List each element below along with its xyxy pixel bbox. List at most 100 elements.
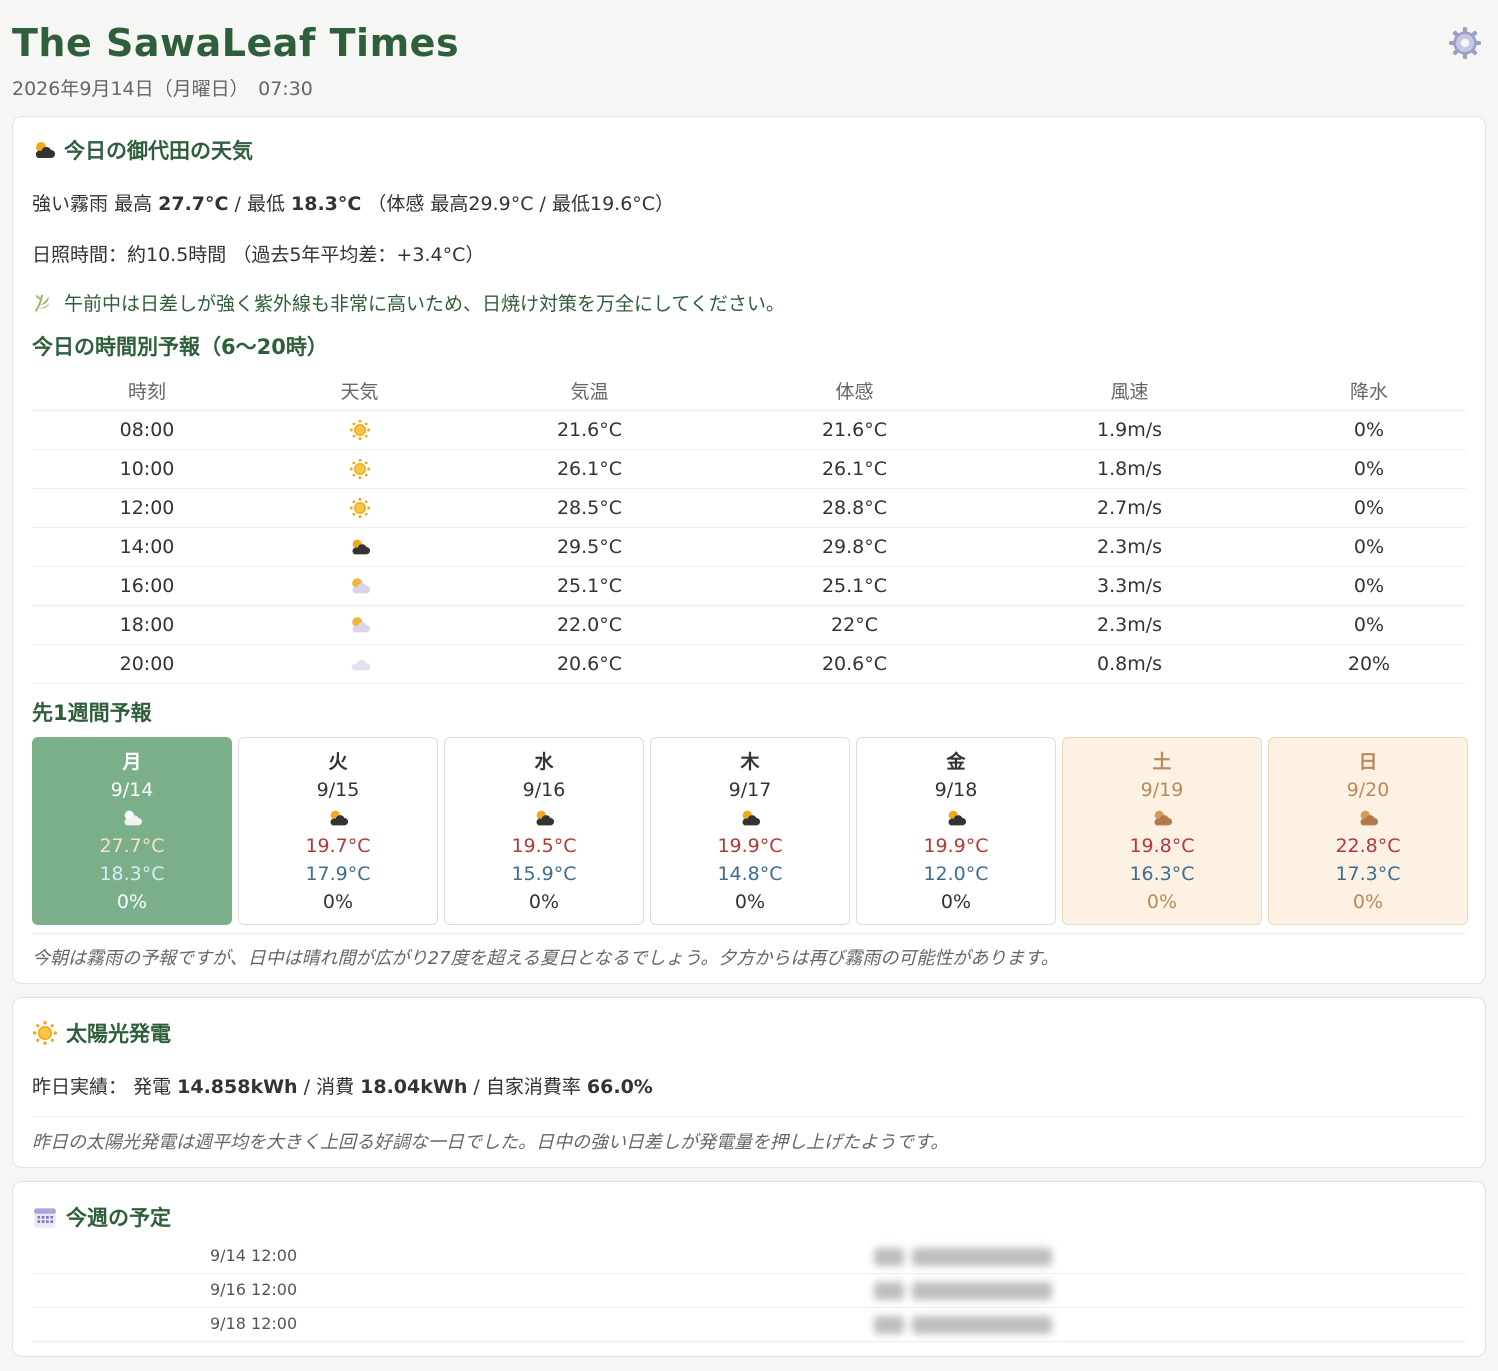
weather-comment: 今朝は霧雨の予報ですが、日中は晴れ間が広がり27度を超える夏日となるでしょう。夕…: [32, 948, 1059, 969]
solar-separator: /: [303, 1076, 311, 1098]
day-rain: 0%: [1146, 891, 1178, 913]
site-date: 2026年9月14日（月曜日） 07:30: [12, 78, 313, 100]
weekly-forecast: 月 9/14 27.7°C 18.3°C 0% 火 9/15 19.7°C 17…: [32, 737, 1468, 925]
max-label: 最高: [114, 193, 153, 215]
day-date: 9/18: [934, 779, 978, 801]
solar-card: 太陽光発電 昨日実績： 発電 14.858kWh / 消費 18.04kWh /…: [12, 997, 1486, 1168]
day-card-wed[interactable]: 水 9/16 19.5°C 15.9°C 0%: [444, 737, 644, 925]
gear-icon[interactable]: [1448, 26, 1482, 60]
hour-weather: [262, 527, 457, 567]
sun-behind-cloud-icon: [327, 807, 349, 829]
event-title-redacted: [874, 1316, 1064, 1336]
rate-label: 自家消費率: [485, 1076, 581, 1098]
hour-weather: [262, 488, 457, 528]
hour-feels: 29.8°C: [722, 527, 987, 567]
hour-weather: [262, 410, 457, 450]
day-high: 27.7°C: [99, 835, 165, 857]
day-date: 9/20: [1346, 779, 1390, 801]
day-high: 19.5°C: [511, 835, 577, 857]
schedule-title: 今週の予定: [32, 1202, 171, 1232]
day-of-week: 土: [1152, 751, 1172, 773]
hour-temp: 22.0°C: [457, 605, 722, 645]
header-time: 時刻: [32, 371, 262, 411]
solar-summary: 昨日実績： 発電 14.858kWh / 消費 18.04kWh / 自家消費率…: [32, 1072, 653, 1099]
day-card-tue[interactable]: 火 9/15 19.7°C 17.9°C 0%: [238, 737, 438, 925]
schedule-card: 今週の予定 9/14 12:00 9/16 12:00 9/18 12:00: [12, 1181, 1486, 1357]
solar-title-text: 太陽光発電: [66, 1022, 171, 1046]
hour-time: 16:00: [32, 566, 262, 606]
sun-icon: [349, 419, 371, 441]
hour-wind: 3.3m/s: [987, 566, 1272, 606]
sun-icon: [349, 458, 371, 480]
solar-title: 太陽光発電: [32, 1018, 171, 1048]
day-high: 22.8°C: [1335, 835, 1401, 857]
hour-weather: [262, 644, 457, 684]
sun-behind-cloud-icon: [945, 807, 967, 829]
hour-feels: 25.1°C: [722, 566, 987, 606]
hour-wind: 0.8m/s: [987, 644, 1272, 684]
day-card-sun[interactable]: 日 9/20 22.8°C 17.3°C 0%: [1268, 737, 1468, 925]
day-of-week: 日: [1358, 751, 1378, 773]
sun-behind-cloud-icon: [1151, 807, 1173, 829]
hour-rain: 0%: [1272, 605, 1466, 645]
hour-temp: 28.5°C: [457, 488, 722, 528]
hour-weather: [262, 449, 457, 489]
gen-label: 発電: [133, 1076, 172, 1098]
hour-temp: 29.5°C: [457, 527, 722, 567]
day-of-week: 木: [740, 751, 760, 773]
day-low: 18.3°C: [99, 863, 165, 885]
day-card-thu[interactable]: 木 9/17 19.9°C 14.8°C 0%: [650, 737, 850, 925]
solar-label: 昨日実績：: [32, 1076, 128, 1098]
solar-divider: [32, 1116, 1466, 1117]
day-of-week: 金: [946, 751, 966, 773]
list-item[interactable]: 9/14 12:00: [32, 1240, 1466, 1274]
rate-value: 66.0%: [586, 1076, 653, 1098]
sun-icon: [349, 497, 371, 519]
hour-rain: 20%: [1272, 644, 1466, 684]
hour-temp: 21.6°C: [457, 410, 722, 450]
day-card-fri[interactable]: 金 9/18 19.9°C 12.0°C 0%: [856, 737, 1056, 925]
list-item[interactable]: 9/18 12:00: [32, 1308, 1466, 1342]
solar-separator: /: [473, 1076, 480, 1098]
summary-separator: /: [234, 193, 241, 215]
day-date: 9/15: [316, 779, 360, 801]
day-of-week: 月: [122, 751, 142, 773]
day-high: 19.9°C: [923, 835, 989, 857]
day-high: 19.8°C: [1129, 835, 1195, 857]
hour-time: 20:00: [32, 644, 262, 684]
hour-temp: 20.6°C: [457, 644, 722, 684]
day-low: 12.0°C: [923, 863, 989, 885]
sun-behind-cloud-icon: [349, 536, 371, 558]
sunshine-hours: 日照時間：約10.5時間 （過去5年平均差：+3.4°C）: [32, 244, 485, 266]
weather-title: 今日の御代田の天気: [32, 135, 253, 165]
hour-feels: 21.6°C: [722, 410, 987, 450]
sun-behind-cloud-icon: [349, 614, 371, 636]
event-time: 9/14 12:00: [210, 1246, 298, 1265]
day-date: 9/16: [522, 779, 566, 801]
herb-icon: [34, 294, 50, 312]
header-temp: 気温: [457, 371, 722, 411]
day-rain: 0%: [734, 891, 766, 913]
event-time: 9/18 12:00: [210, 1314, 298, 1333]
day-rain: 0%: [1352, 891, 1384, 913]
day-of-week: 火: [328, 751, 348, 773]
hour-feels: 28.8°C: [722, 488, 987, 528]
weather-condition: 強い霧雨: [32, 193, 109, 215]
table-row: 14:00 29.5°C 29.8°C 2.3m/s 0%: [32, 527, 1466, 567]
day-rain: 0%: [116, 891, 148, 913]
sun-icon: [32, 1020, 58, 1046]
hour-feels: 20.6°C: [722, 644, 987, 684]
day-card-sat[interactable]: 土 9/19 19.8°C 16.3°C 0%: [1062, 737, 1262, 925]
hour-feels: 22°C: [722, 605, 987, 645]
weather-tip: 午前中は日差しが強く紫外線も非常に高いため、日焼け対策を万全にしてください。: [32, 289, 785, 316]
day-card-mon[interactable]: 月 9/14 27.7°C 18.3°C 0%: [32, 737, 232, 925]
day-high: 19.7°C: [305, 835, 371, 857]
header-feels: 体感: [722, 371, 987, 411]
header-weather: 天気: [262, 371, 457, 411]
day-date: 9/14: [110, 779, 154, 801]
table-row: 12:00 28.5°C 28.8°C 2.7m/s 0%: [32, 488, 1466, 528]
hour-weather: [262, 605, 457, 645]
hour-wind: 1.9m/s: [987, 410, 1272, 450]
list-item[interactable]: 9/16 12:00: [32, 1274, 1466, 1308]
hour-rain: 0%: [1272, 449, 1466, 489]
